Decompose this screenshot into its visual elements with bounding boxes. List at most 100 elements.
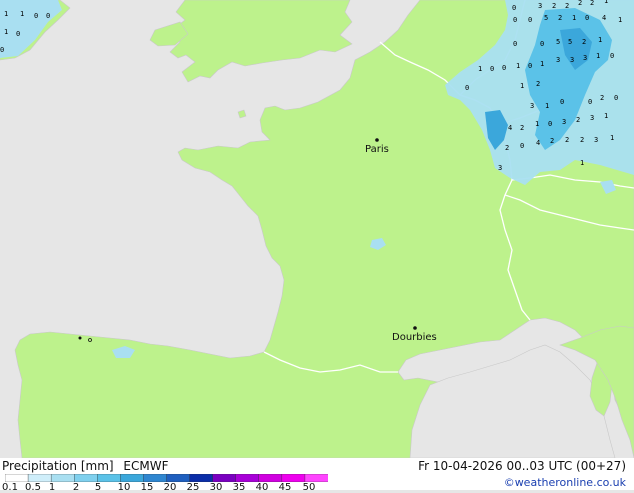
legend-tick-label: 5 [94,482,102,493]
precip-value: 4 [602,14,606,22]
precip-value: 2 [565,2,569,10]
legend-swatch [5,474,29,482]
legend-swatch [97,474,122,482]
legend-tick-label: 45 [278,482,292,493]
precip-value: 3 [530,102,534,110]
legend-swatch [258,474,283,482]
precip-value: 2 [580,136,584,144]
legend-swatch [27,474,52,482]
precip-value: 1 [604,0,608,5]
precip-value: 3 [590,114,594,122]
legend-tick-label: 10 [117,482,131,493]
legend-tick-label: 2 [72,482,80,493]
precip-value: 4 [536,139,540,147]
precip-value: 0 [614,94,618,102]
precip-value: 1 [580,159,584,167]
precip-value: 5 [544,14,548,22]
legend-swatch [235,474,260,482]
precip-title: Precipitation [mm] [2,459,114,473]
precip-value: 2 [550,137,554,145]
precip-value: 1 [545,102,549,110]
precip-value: 2 [565,136,569,144]
precip-value: 0 [560,98,564,106]
precip-value: 2 [576,116,580,124]
city-label-dourbies: Dourbies [392,332,437,343]
precip-value: 5 [568,38,572,46]
legend-tick-label: 50 [302,482,316,493]
coastal-dot [78,336,82,340]
precip-value: 5 [556,38,560,46]
legend-swatch [281,474,306,482]
precip-value: 0 [34,12,38,20]
city-marker [375,138,379,142]
precip-value: 3 [583,54,587,62]
legend-tick-label: 20 [163,482,177,493]
precip-value: 1 [535,120,539,128]
precip-value: 0 [585,14,589,22]
precip-value: 2 [505,144,509,152]
precip-value: 3 [570,56,574,64]
precip-value: 3 [594,136,598,144]
precip-value: 1 [618,16,622,24]
precip-value: 3 [538,2,542,10]
legend-tick-label: 15 [140,482,154,493]
precip-value: 2 [536,80,540,88]
precip-value: 0 [512,4,516,12]
precip-value: 1 [598,36,602,44]
precip-value: 2 [520,124,524,132]
legend-tick-label: 0.1 [2,482,18,493]
precip-value: 0 [528,62,532,70]
legend-tick-label: 25 [186,482,200,493]
precip-value: 3 [562,118,566,126]
precip-value: 0 [0,46,4,54]
precip-value: 0 [490,65,494,73]
precip-value: 1 [540,60,544,68]
precip-value: 1 [610,134,614,142]
precip-value: 2 [582,38,586,46]
legend-swatch [212,474,237,482]
legend-swatch [189,474,214,482]
precip-value: 1 [596,52,600,60]
precip-value: 1 [4,28,8,36]
precip-value: 0 [465,84,469,92]
precip-value: 0 [513,40,517,48]
precip-value: 0 [610,52,614,60]
legend-swatch [304,474,328,482]
precip-value: 1 [520,82,524,90]
legend-swatch [50,474,75,482]
legend-tick-label: 30 [209,482,223,493]
legend-tick-label: 35 [232,482,246,493]
precip-value: 1 [4,10,8,18]
precip-value: 0 [46,12,50,20]
precip-value: 3 [556,56,560,64]
precip-value: 3 [498,164,502,172]
precip-value: 1 [478,65,482,73]
precip-value: 0 [16,30,20,38]
legend-tick-label: 0.5 [25,482,41,493]
precip-value: 0 [513,16,517,24]
model-name: ECMWF [123,459,169,473]
precip-value: 1 [516,62,520,70]
precip-value: 1 [20,10,24,18]
credit-link[interactable]: ©weatheronline.co.uk [504,476,626,489]
precipitation-map: 0 3 2 2 2 2 10 0 5 2 1 0 4 10 0 5 5 2 11 0 0 1 0 1 3 3 3 1 00 1 203 1 0 2… [0,0,634,458]
precip-value: 0 [502,64,506,72]
precip-value: 0 [520,142,524,150]
legend-swatch [143,474,168,482]
precip-value: 0 [540,40,544,48]
legend-swatch [166,474,191,482]
precip-value: 2 [552,2,556,10]
precip-value: 0 [588,98,592,106]
legend-swatch [74,474,98,482]
valid-time: Fr 10-04-2026 00..03 UTC (00+27) [418,459,626,473]
legend-tick-label: 40 [255,482,269,493]
precip-value: 4 [508,124,512,132]
precip-value: 1 [572,14,576,22]
precip-value: 0 [548,120,552,128]
precip-value: 2 [578,0,582,7]
precip-value: 2 [590,0,594,7]
legend-tick-label: 1 [48,482,56,493]
precip-value: 2 [600,94,604,102]
precip-value: 0 [528,16,532,24]
footer-title: Precipitation [mm] ECMWF [2,459,168,473]
